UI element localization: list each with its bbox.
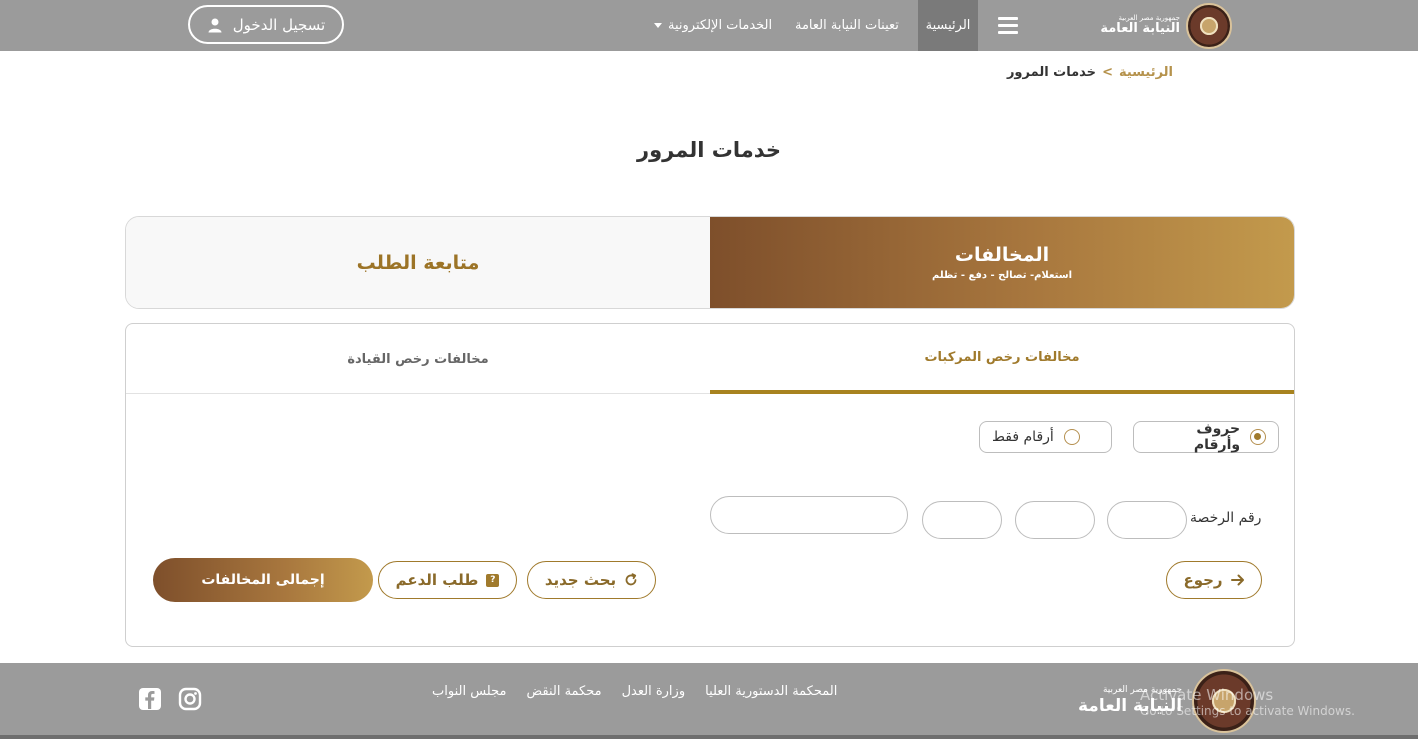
brand-logo[interactable]: جمهورية مصر العربية النيابة العامة	[1092, 2, 1232, 49]
back-button[interactable]: رجوع	[1166, 561, 1262, 599]
radio-numbers-only[interactable]: أرقام فقط	[979, 421, 1112, 453]
radio-letters-numbers[interactable]: حروف وأرقام	[1133, 421, 1279, 453]
nav-home-label: الرئيسية	[925, 18, 971, 33]
nav-appointments[interactable]: تعينات النيابة العامة	[795, 0, 899, 51]
radio-numbers-label: أرقام فقط	[992, 429, 1054, 445]
instagram-icon[interactable]	[178, 687, 202, 711]
tab-violations-subtitle: استعلام- تصالح - دفع - تظلم	[931, 270, 1073, 281]
user-icon	[208, 18, 222, 32]
facebook-icon[interactable]	[138, 687, 162, 711]
brand-title: النيابة العامة	[1100, 21, 1180, 37]
breadcrumb-current: خدمات المرور	[1006, 65, 1097, 80]
top-navbar: تسجيل الدخول الخدمات الإلكترونية تعينات …	[0, 0, 1418, 51]
total-violations-button[interactable]: إجمالى المخالفات	[153, 558, 373, 602]
footer-link-ministry-of-justice[interactable]: وزارة العدل	[622, 684, 686, 699]
nav-eservices[interactable]: الخدمات الإلكترونية	[654, 0, 772, 51]
breadcrumb-home[interactable]: الرئيسية	[1119, 65, 1173, 80]
radio-unchecked-icon	[1063, 429, 1080, 445]
breadcrumb: الرئيسية > خدمات المرور	[1007, 65, 1173, 80]
nav-eservices-label: الخدمات الإلكترونية	[668, 18, 773, 33]
radio-checked-icon	[1250, 429, 1266, 445]
support-request-button[interactable]: ? طلب الدعم	[378, 561, 517, 599]
footer-link-constitutional-court[interactable]: المحكمة الدستورية العليا	[705, 684, 837, 699]
tab-violations[interactable]: المخالفات استعلام- تصالح - دفع - تظلم	[710, 217, 1294, 308]
footer-brand: جمهورية مصر العربية النيابة العامة	[1078, 669, 1257, 733]
page-title: خدمات المرور	[637, 138, 781, 162]
tab-violations-title: المخالفات	[954, 244, 1050, 266]
nav-appointments-label: تعينات النيابة العامة	[795, 18, 899, 33]
new-search-label: بحث جديد	[544, 571, 617, 589]
tab-follow-up-label: متابعة الطلب	[356, 251, 480, 274]
seal-logo	[1186, 2, 1232, 49]
nav-home[interactable]: الرئيسية	[918, 0, 978, 51]
tab-follow-up[interactable]: متابعة الطلب	[126, 217, 710, 308]
login-button[interactable]: تسجيل الدخول	[188, 5, 344, 44]
tab-vehicle-licenses-label: مخالفات رخص المركبات	[924, 349, 1080, 365]
bottom-strip	[0, 735, 1418, 739]
footer-link-court-of-cassation[interactable]: محكمة النقض	[526, 684, 601, 699]
radio-letters-label: حروف وأرقام	[1193, 421, 1241, 453]
new-search-button[interactable]: بحث جديد	[527, 561, 656, 599]
question-icon: ?	[486, 573, 500, 587]
footer-links: المحكمة الدستورية العليا وزارة العدل محك…	[432, 684, 837, 699]
caret-down-icon	[654, 23, 662, 28]
footer: المحكمة الدستورية العليا وزارة العدل محك…	[0, 663, 1418, 739]
license-number-label: رقم الرخصة	[1190, 510, 1262, 526]
tab-driving-licenses[interactable]: مخالفات رخص القيادة	[126, 324, 710, 394]
plate-input-1[interactable]	[1107, 501, 1187, 539]
support-label: طلب الدعم	[395, 571, 479, 589]
footer-link-house-of-representatives[interactable]: مجلس النواب	[432, 684, 506, 699]
main-tabs: متابعة الطلب المخالفات استعلام- تصالح - …	[125, 216, 1295, 309]
footer-brand-title: النيابة العامة	[1078, 696, 1183, 717]
plate-number-input[interactable]	[710, 496, 908, 534]
tab-vehicle-licenses[interactable]: مخالفات رخص المركبات	[710, 324, 1294, 394]
breadcrumb-separator: >	[1102, 65, 1113, 80]
total-violations-label: إجمالى المخالفات	[201, 572, 325, 588]
arrow-right-icon	[1230, 574, 1244, 586]
footer-brand-subtitle: جمهورية مصر العربية	[1102, 685, 1183, 696]
footer-seal-logo	[1192, 669, 1257, 733]
violations-panel: مخالفات رخص القيادة مخالفات رخص المركبات…	[125, 323, 1295, 647]
menu-icon	[998, 15, 1018, 36]
refresh-icon	[625, 573, 637, 586]
back-label: رجوع	[1183, 571, 1223, 589]
menu-button[interactable]	[978, 0, 1038, 51]
login-label: تسجيل الدخول	[232, 15, 326, 34]
sub-tabs: مخالفات رخص القيادة مخالفات رخص المركبات	[126, 324, 1294, 394]
plate-input-2[interactable]	[1015, 501, 1095, 539]
plate-input-3[interactable]	[922, 501, 1002, 539]
tab-driving-licenses-label: مخالفات رخص القيادة	[347, 351, 489, 367]
